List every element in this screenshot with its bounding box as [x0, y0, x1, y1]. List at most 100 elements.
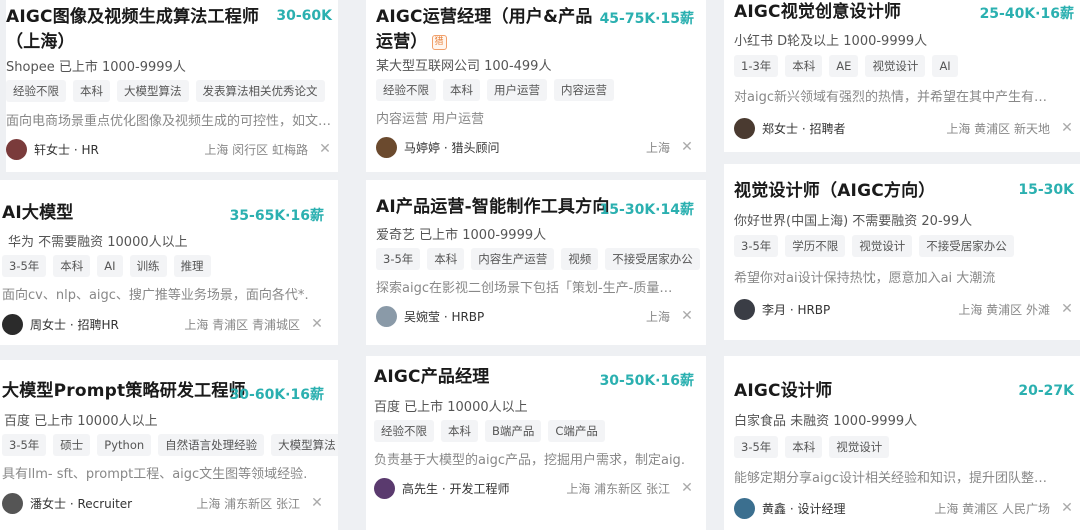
tag: B端产品	[485, 420, 542, 442]
recruiter-name[interactable]: 马婷婷 · 猎头顾问	[404, 139, 499, 156]
job-description: 能够定期分享aigc设计相关经验和知识，提升团队整…	[734, 471, 1047, 486]
close-icon[interactable]: ✕	[310, 496, 324, 510]
tag: 本科	[441, 420, 478, 442]
job-card[interactable]: AIGC设计师 20-27K 白家食品 未融资 1000-9999人 3-5年 …	[724, 356, 1080, 530]
job-card[interactable]: 大模型Prompt策略研发工程师 30-60K·16薪 百度 已上市 10000…	[0, 360, 338, 530]
job-card[interactable]: AIGC视觉创意设计师 25-40K·16薪 小红书 D轮及以上 1000-99…	[724, 0, 1080, 152]
close-icon[interactable]: ✕	[318, 142, 332, 156]
company-info[interactable]: 某大型互联网公司 100-499人	[376, 55, 551, 74]
job-card[interactable]: AI大模型 35-65K·16薪 华为 不需要融资 10000人以上 3-5年 …	[0, 180, 338, 345]
tag: 经验不限	[6, 80, 66, 102]
recruiter-name[interactable]: 潘女士 · Recruiter	[30, 495, 132, 512]
company-info[interactable]: Shopee 已上市 1000-9999人	[6, 56, 186, 75]
close-icon[interactable]: ✕	[1060, 501, 1074, 515]
tag: 本科	[427, 248, 465, 270]
tag: 推理	[173, 255, 211, 277]
tag: 经验不限	[374, 420, 434, 442]
tag: 视觉设计	[865, 55, 926, 77]
recruiter-name[interactable]: 高先生 · 开发工程师	[402, 480, 509, 497]
company-info[interactable]: 爱奇艺 已上市 1000-9999人	[376, 224, 546, 243]
card-footer: 轩女士 · HR 上海 闵行区 虹梅路 ✕	[6, 137, 332, 161]
recruiter-name[interactable]: 周女士 · 招聘HR	[30, 316, 119, 333]
avatar	[6, 138, 27, 160]
headhunter-badge: 猎	[431, 34, 447, 50]
salary: 25-40K·16薪	[979, 6, 1074, 22]
salary: 20-27K	[1018, 383, 1074, 399]
job-title[interactable]: AIGC视觉创意设计师	[734, 0, 901, 25]
job-description: 对aigc新兴领域有强烈的热情，并希望在其中产生有…	[734, 90, 1047, 105]
company-info[interactable]: 百度 已上市 10000人以上	[374, 396, 528, 415]
tag-list: 经验不限 本科 B端产品 C端产品	[374, 420, 605, 442]
job-location: 上海 黄浦区 人民广场	[934, 501, 1050, 516]
close-icon[interactable]: ✕	[1060, 302, 1074, 316]
tag: 发表算法相关优秀论文	[195, 80, 325, 102]
close-icon[interactable]: ✕	[310, 317, 324, 331]
job-title[interactable]: 大模型Prompt策略研发工程师	[2, 379, 246, 404]
company-info[interactable]: 你好世界(中国上海) 不需要融资 20-99人	[734, 210, 972, 229]
company-info[interactable]: 华为 不需要融资 10000人以上	[8, 231, 188, 250]
job-title[interactable]: AI大模型	[2, 201, 73, 226]
tag: 训练	[129, 255, 167, 277]
job-title[interactable]: 视觉设计师（AIGC方向）	[734, 179, 936, 204]
recruiter-name[interactable]: 轩女士 · HR	[34, 141, 99, 158]
job-card[interactable]: AI产品运营-智能制作工具方向 15-30K·14薪 爱奇艺 已上市 1000-…	[366, 180, 706, 345]
tag: 自然语言处理经验	[158, 434, 265, 456]
job-description: 负责基于大模型的aigc产品，挖掘用户需求，制定aig…	[374, 453, 686, 468]
card-footer: 郑女士 · 招聘者 上海 黄浦区 新天地 ✕	[734, 116, 1074, 140]
close-icon[interactable]: ✕	[1060, 121, 1074, 135]
tag-list: 1-3年 本科 AE 视觉设计 AI	[734, 55, 958, 77]
company-info[interactable]: 小红书 D轮及以上 1000-9999人	[734, 30, 927, 49]
job-card[interactable]: AIGC产品经理 30-50K·16薪 百度 已上市 10000人以上 经验不限…	[366, 356, 706, 530]
job-title[interactable]: AIGC图像及视频生成算法工程师（上海）	[6, 5, 266, 55]
salary: 35-65K·16薪	[229, 208, 324, 224]
card-footer: 李月 · HRBP 上海 黄浦区 外滩 ✕	[734, 297, 1074, 321]
tag: 硕士	[53, 434, 91, 456]
company-info[interactable]: 白家食品 未融资 1000-9999人	[734, 410, 917, 429]
salary: 15-30K·14薪	[599, 202, 694, 218]
job-title[interactable]: AI产品运营-智能制作工具方向	[376, 195, 610, 220]
job-card[interactable]: AIGC图像及视频生成算法工程师（上海） 30-60K Shopee 已上市 1…	[6, 0, 338, 172]
tag: 本科	[443, 79, 480, 101]
tag: 视觉设计	[829, 436, 890, 458]
job-description: 具有llm- sft、prompt工程、aigc文生图等领域经验…	[2, 467, 308, 482]
recruiter-name[interactable]: 黄鑫 · 设计经理	[762, 500, 845, 517]
job-title[interactable]: AIGC运营经理（用户&产品运营）猎	[376, 5, 606, 55]
recruiter-name[interactable]: 李月 · HRBP	[762, 301, 830, 318]
recruiter-name[interactable]: 吴婉莹 · HRBP	[404, 308, 484, 325]
job-description: 希望你对ai设计保持热忱，愿意加入ai 大潮流	[734, 271, 996, 286]
tag: 3-5年	[2, 434, 47, 456]
job-location: 上海 黄浦区 新天地	[946, 121, 1050, 136]
tag: 视觉设计	[852, 235, 913, 257]
tag: 不接受居家办公	[919, 235, 1014, 257]
tag: Python	[97, 434, 152, 456]
job-card[interactable]: 视觉设计师（AIGC方向） 15-30K 你好世界(中国上海) 不需要融资 20…	[724, 164, 1080, 340]
job-location: 上海 浦东新区 张江	[196, 496, 300, 511]
tag-list: 经验不限 本科 用户运营 内容运营	[376, 79, 614, 101]
job-card[interactable]: AIGC运营经理（用户&产品运营）猎 45-75K·15薪 某大型互联网公司 1…	[366, 0, 706, 172]
recruiter-name[interactable]: 郑女士 · 招聘者	[762, 120, 845, 137]
job-description: 探索aigc在影视二创场景下包括「策划-生产-质量…	[376, 281, 673, 296]
tag: C端产品	[548, 420, 605, 442]
card-footer: 吴婉莹 · HRBP 上海 ✕	[376, 304, 694, 328]
close-icon[interactable]: ✕	[680, 309, 694, 323]
salary: 45-75K·15薪	[599, 11, 694, 27]
tag: 本科	[785, 55, 823, 77]
tag-list: 3-5年 学历不限 视觉设计 不接受居家办公	[734, 235, 1014, 257]
job-title[interactable]: AIGC产品经理	[374, 365, 490, 390]
company-info[interactable]: 百度 已上市 10000人以上	[4, 410, 158, 429]
close-icon[interactable]: ✕	[680, 481, 694, 495]
tag: 学历不限	[785, 235, 846, 257]
tag: 3-5年	[734, 436, 779, 458]
tag-list: 3-5年 本科 视觉设计	[734, 436, 890, 458]
salary: 30-60K	[276, 8, 332, 24]
tag: 大模型算法	[271, 434, 338, 456]
avatar	[2, 492, 23, 514]
job-description: 面向电商场景重点优化图像及视频生成的可控性，如文…	[6, 114, 332, 129]
tag: AE	[829, 55, 859, 77]
avatar	[376, 305, 397, 327]
job-location: 上海	[645, 140, 670, 155]
close-icon[interactable]: ✕	[680, 140, 694, 154]
job-title[interactable]: AIGC设计师	[734, 379, 832, 404]
avatar	[734, 117, 755, 139]
card-footer: 潘女士 · Recruiter 上海 浦东新区 张江 ✕	[2, 491, 324, 515]
